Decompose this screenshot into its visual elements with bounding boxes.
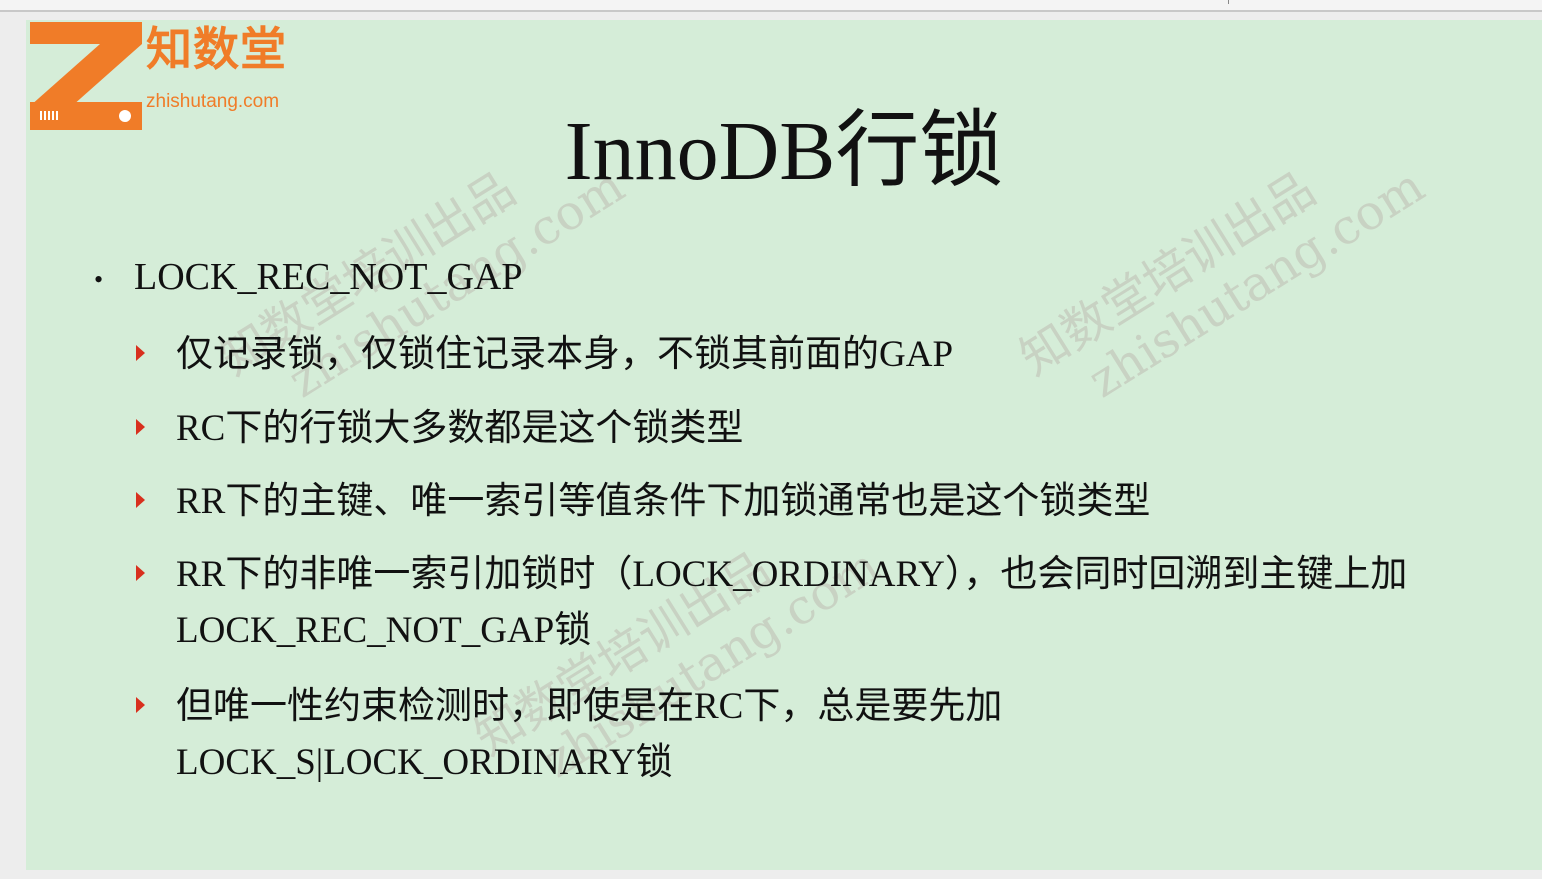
arrow-bullet-icon [136,492,145,508]
arrow-bullet-icon [136,697,145,713]
slide: 知数堂 zhishutang.com 知数堂培训出品 zhishutang.co… [26,20,1542,870]
logo-chinese-name: 知数堂 [146,22,287,76]
sub-bullet: 但唯一性约束检测时，即使是在RC下，总是要先加 LOCK_S|LOCK_ORDI… [136,679,1096,791]
sub-bullet: RC下的行锁大多数都是这个锁类型 [136,401,1436,457]
sub-bullet-text: 但唯一性约束检测时，即使是在RC下，总是要先加 LOCK_S|LOCK_ORDI… [176,686,1003,783]
bullet-dot-icon: • [94,265,104,295]
slide-title: InnoDB行锁 [564,105,1004,198]
window-top-bar [0,0,1542,12]
main-bullet: • LOCK_REC_NOT_GAP [94,258,522,296]
sub-bullet-text: 仅记录锁，仅锁住记录本身，不锁其前面的GAP [176,334,954,375]
arrow-bullet-icon [136,419,145,435]
arrow-bullet-icon [136,345,145,361]
sub-bullet-text: RC下的行锁大多数都是这个锁类型 [176,408,744,449]
sub-bullet-text: RR下的主键、唯一索引等值条件下加锁通常也是这个锁类型 [176,481,1151,522]
sub-bullet: RR下的非唯一索引加锁时（LOCK_ORDINARY），也会同时回溯到主键上加L… [136,547,1436,659]
logo-url: zhishutang.com [146,91,280,112]
sub-bullet-text: RR下的非唯一索引加锁时（LOCK_ORDINARY），也会同时回溯到主键上加L… [176,554,1408,651]
sub-bullet: RR下的主键、唯一索引等值条件下加锁通常也是这个锁类型 [136,474,1436,530]
top-bar-tick [1228,0,1229,4]
arrow-bullet-icon [136,565,145,581]
sub-bullet: 仅记录锁，仅锁住记录本身，不锁其前面的GAP [136,327,1436,383]
main-bullet-text: LOCK_REC_NOT_GAP [134,256,523,298]
